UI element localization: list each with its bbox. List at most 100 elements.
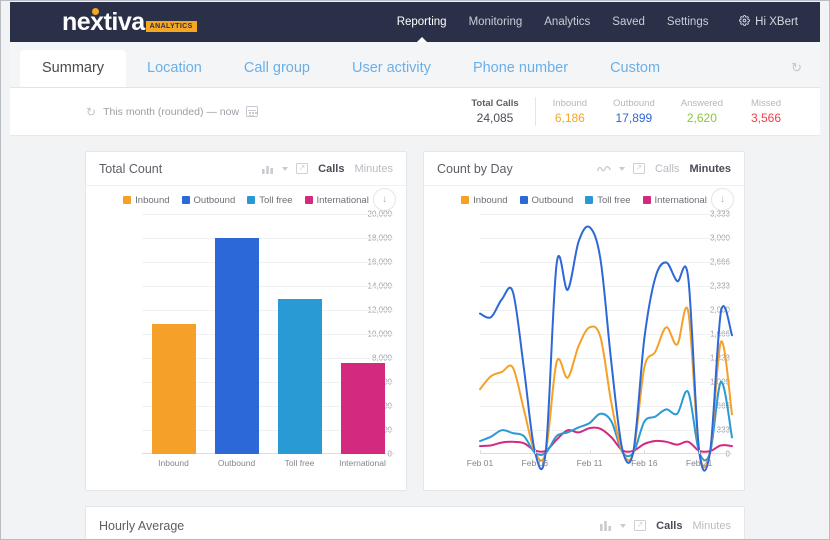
refresh-icon[interactable]: ↻ — [86, 105, 96, 119]
legend-swatch — [181, 196, 190, 204]
unit-calls-toggle[interactable]: Calls — [656, 520, 682, 532]
stat-label: Missed — [750, 98, 782, 109]
date-range-label: This month (rounded) — now — [103, 105, 240, 118]
bar-chart-x-axis: Inbound Outbound Toll free International — [96, 454, 396, 472]
calendar-icon[interactable] — [246, 106, 259, 117]
expand-icon[interactable] — [296, 162, 309, 174]
card-total-count: Total Count Calls Minutes Inbound — [85, 151, 407, 491]
date-range-selector[interactable]: ↻ This month (rounded) — now — [86, 105, 259, 119]
nav-item-reporting[interactable]: Reporting — [397, 14, 447, 30]
stat-value: 6,186 — [554, 111, 585, 125]
logo-dot-icon — [92, 7, 99, 15]
stat-outbound: Outbound 17,899 — [600, 97, 668, 126]
card-title: Total Count — [99, 161, 163, 176]
chart-legend: Inbound Outbound Toll free International… — [424, 186, 744, 214]
legend-item-outbound[interactable]: Outbound — [181, 194, 236, 206]
legend-item-outbound[interactable]: Outbound — [519, 195, 573, 206]
tab-summary[interactable]: Summary — [20, 49, 127, 87]
legend-item-international[interactable]: International — [642, 195, 707, 206]
stat-value: 2,620 — [686, 111, 717, 125]
x-axis-tick-label: Feb 21 — [685, 458, 713, 468]
x-axis-labels: Inbound Outbound Toll free International — [142, 458, 394, 468]
bar-toll-free[interactable] — [277, 299, 322, 454]
legend-label: Toll free — [597, 194, 631, 206]
unit-calls-toggle[interactable]: Calls — [318, 163, 344, 175]
bar-slot — [335, 214, 390, 454]
bar-chart: 02,0004,0006,0008,00010,00012,00014,0001… — [96, 210, 396, 459]
bar-chart-icon[interactable] — [262, 163, 274, 174]
stat-missed: Missed 3,566 — [736, 97, 796, 126]
x-axis-tick-label: Inbound — [158, 458, 189, 468]
bar-series — [142, 214, 394, 454]
chevron-down-icon[interactable] — [618, 166, 625, 171]
legend-label: Toll free — [259, 194, 293, 206]
unit-minutes-toggle[interactable]: Minutes — [689, 163, 731, 175]
nav-item-saved[interactable]: Saved — [612, 14, 645, 30]
legend-item-toll-free[interactable]: Toll free — [247, 194, 293, 206]
nav-item-settings[interactable]: Settings — [667, 14, 709, 30]
line-chart-icon[interactable] — [596, 164, 611, 174]
report-tabs: Summary Location Call group User activit… — [10, 42, 820, 88]
legend-swatch — [247, 196, 256, 204]
tab-call-group[interactable]: Call group — [223, 50, 331, 88]
legend-label: Inbound — [473, 194, 508, 206]
line-series-group — [479, 225, 733, 472]
legend-item-international[interactable]: International — [304, 195, 369, 206]
bar-slot — [146, 214, 201, 454]
legend-swatch — [585, 196, 594, 204]
x-axis-tickmark — [644, 450, 646, 454]
x-axis-tickmark — [589, 450, 591, 454]
card-header: Hourly Average Calls Minutes — [86, 507, 744, 539]
stat-total-calls: Total Calls 24,085 — [458, 97, 536, 126]
x-axis-tick-label: Feb 16 — [631, 458, 658, 468]
x-axis-tick-label: Feb 11 — [576, 458, 603, 468]
legend-item-inbound[interactable]: Inbound — [123, 194, 170, 206]
expand-icon[interactable] — [632, 162, 645, 174]
stat-value: 3,566 — [750, 111, 782, 125]
download-icon[interactable]: ↓ — [711, 188, 734, 211]
legend-item-toll-free[interactable]: Toll free — [585, 194, 631, 206]
x-axis-tickmark — [480, 450, 481, 454]
summary-bar: ↻ This month (rounded) — now Total Calls… — [10, 88, 820, 136]
top-navigation-bar: nextiva ANALYTICS Reporting Monitoring A… — [10, 2, 820, 42]
bar-chart-icon[interactable] — [600, 520, 612, 531]
chevron-down-icon[interactable] — [282, 166, 289, 171]
bar-international[interactable] — [340, 362, 385, 454]
refresh-icon[interactable]: ↻ — [791, 60, 802, 76]
x-axis-tick-label: Feb 01 — [466, 458, 494, 468]
line-chart: 0 333 666 1,000 1,333 1,666 2,000 2,333 2,666 3,0… — [434, 210, 734, 472]
tab-location[interactable]: Location — [126, 50, 223, 88]
chevron-down-icon[interactable] — [620, 523, 627, 528]
expand-icon[interactable] — [634, 519, 647, 531]
tab-user-activity[interactable]: User activity — [331, 50, 452, 88]
legend-swatch — [519, 196, 528, 204]
nav-item-monitoring[interactable]: Monitoring — [469, 14, 523, 30]
card-header: Count by Day Calls Minutes — [424, 152, 744, 186]
logo-text: nextiva — [62, 7, 145, 36]
plot-area — [479, 214, 733, 472]
legend-item-inbound[interactable]: Inbound — [461, 194, 508, 206]
stat-value: 24,085 — [476, 111, 514, 125]
legend-label: Outbound — [193, 194, 236, 206]
plot-area — [142, 214, 394, 454]
download-icon[interactable]: ↓ — [373, 188, 396, 211]
bar-inbound[interactable] — [151, 324, 196, 454]
nav-item-analytics[interactable]: Analytics — [544, 14, 590, 30]
user-menu[interactable]: Hi XBert — [739, 15, 798, 29]
legend-swatch — [304, 196, 313, 204]
legend-swatch — [123, 196, 132, 204]
stat-value: 17,899 — [615, 111, 653, 125]
unit-minutes-toggle[interactable]: Minutes — [354, 163, 393, 175]
stat-inbound: Inbound 6,186 — [540, 97, 600, 126]
card-toolbar: Calls Minutes — [262, 162, 393, 175]
brand-logo[interactable]: nextiva ANALYTICS — [62, 7, 197, 36]
legend-label: Inbound — [135, 194, 170, 206]
bar-outbound[interactable] — [214, 238, 259, 454]
unit-minutes-toggle[interactable]: Minutes — [692, 520, 731, 532]
tab-phone-number[interactable]: Phone number — [452, 50, 589, 88]
stat-label: Total Calls — [471, 98, 519, 109]
logo-badge: ANALYTICS — [145, 20, 197, 32]
tab-custom[interactable]: Custom — [589, 50, 681, 88]
x-axis-tickmark — [534, 450, 536, 454]
unit-calls-toggle[interactable]: Calls — [655, 163, 679, 175]
